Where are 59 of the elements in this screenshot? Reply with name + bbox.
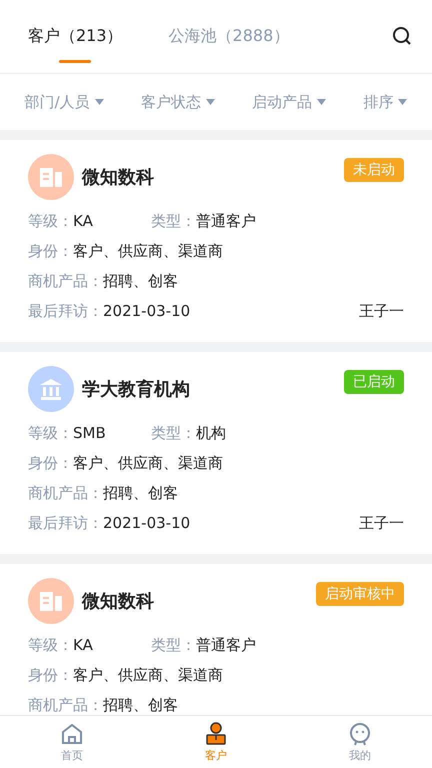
owner-name: 王子一 — [359, 514, 404, 532]
building-avatar-icon — [28, 578, 74, 624]
customer-name: 学大教育机构 — [82, 378, 190, 401]
field-label: 商机产品： — [28, 696, 103, 714]
filter-dropdown[interactable]: 启动产品 — [252, 92, 326, 112]
field-label: 类型： — [151, 212, 196, 230]
field-label: 身份： — [28, 666, 73, 684]
status-tag: 已启动 — [344, 370, 404, 394]
nav-tab[interactable]: 客户 — [176, 722, 256, 762]
field-label: 身份： — [28, 242, 73, 260]
caret-icon — [317, 99, 326, 105]
field-label: 等级： — [28, 636, 73, 654]
field-label: 商机产品： — [28, 484, 103, 502]
field-value: 客户、供应商、渠道商 — [73, 242, 223, 260]
field-value: KA — [73, 212, 94, 230]
field-value: 招聘、创客 — [103, 272, 178, 290]
customer-card[interactable]: 微知数科 启动审核中 等级：KA 类型：普通客户 身份：客户、供应商、渠道商 商机产品：招聘、创客 — [0, 564, 432, 715]
nav-tab[interactable]: 我的 — [320, 722, 400, 762]
status-tag: 未启动 — [344, 158, 404, 182]
building-avatar-icon — [28, 154, 74, 200]
search-icon[interactable] — [392, 26, 412, 46]
field-label: 等级： — [28, 424, 73, 442]
bank-avatar-icon — [28, 366, 74, 412]
field-value: SMB — [73, 424, 107, 442]
home-icon — [60, 722, 84, 746]
person-icon — [204, 722, 228, 746]
field-value: 客户、供应商、渠道商 — [73, 666, 223, 684]
status-tag: 启动审核中 — [316, 582, 404, 606]
field-label: 最后拜访： — [28, 514, 103, 532]
field-label: 类型： — [151, 424, 196, 442]
caret-icon — [398, 99, 408, 105]
owner-name: 王子一 — [359, 302, 404, 320]
customer-name: 微知数科 — [82, 166, 154, 189]
field-value: 招聘、创客 — [103, 696, 178, 714]
field-value: 普通客户 — [196, 212, 256, 230]
customer-card[interactable]: 微知数科 未启动 等级：KA 类型：普通客户 身份：客户、供应商、渠道商 商机产品：招聘、创客 最后拜访：2021-03-10 王子一 — [0, 140, 432, 342]
nav-tab[interactable]: 首页 — [32, 722, 112, 762]
filter-dropdown[interactable]: 部门/人员 — [24, 92, 104, 112]
field-label: 身份： — [28, 454, 73, 472]
field-value: 客户、供应商、渠道商 — [73, 454, 223, 472]
field-label: 最后拜访： — [28, 302, 103, 320]
field-value: 招聘、创客 — [103, 484, 178, 502]
filter-dropdown[interactable]: 排序 — [363, 92, 408, 112]
caret-icon — [206, 99, 215, 105]
customer-name: 微知数科 — [82, 590, 154, 613]
field-label: 类型： — [151, 636, 196, 654]
field-value: 机构 — [196, 424, 226, 442]
face-icon — [348, 722, 372, 746]
field-label: 商机产品： — [28, 272, 103, 290]
field-value: 普通客户 — [196, 636, 256, 654]
field-value: KA — [73, 636, 94, 654]
customer-card[interactable]: 学大教育机构 已启动 等级：SMB 类型：机构 身份：客户、供应商、渠道商 商机产品：招聘、创客 最后拜访：2021-03-10 王子一 — [0, 352, 432, 554]
filter-dropdown[interactable]: 客户状态 — [140, 92, 215, 112]
tab[interactable]: 客户（213） — [28, 26, 123, 47]
tab[interactable]: 公海池（2888） — [168, 26, 290, 47]
field-value: 2021-03-10 — [103, 514, 190, 532]
field-label: 等级： — [28, 212, 73, 230]
caret-icon — [94, 99, 104, 105]
field-value: 2021-03-10 — [103, 302, 190, 320]
